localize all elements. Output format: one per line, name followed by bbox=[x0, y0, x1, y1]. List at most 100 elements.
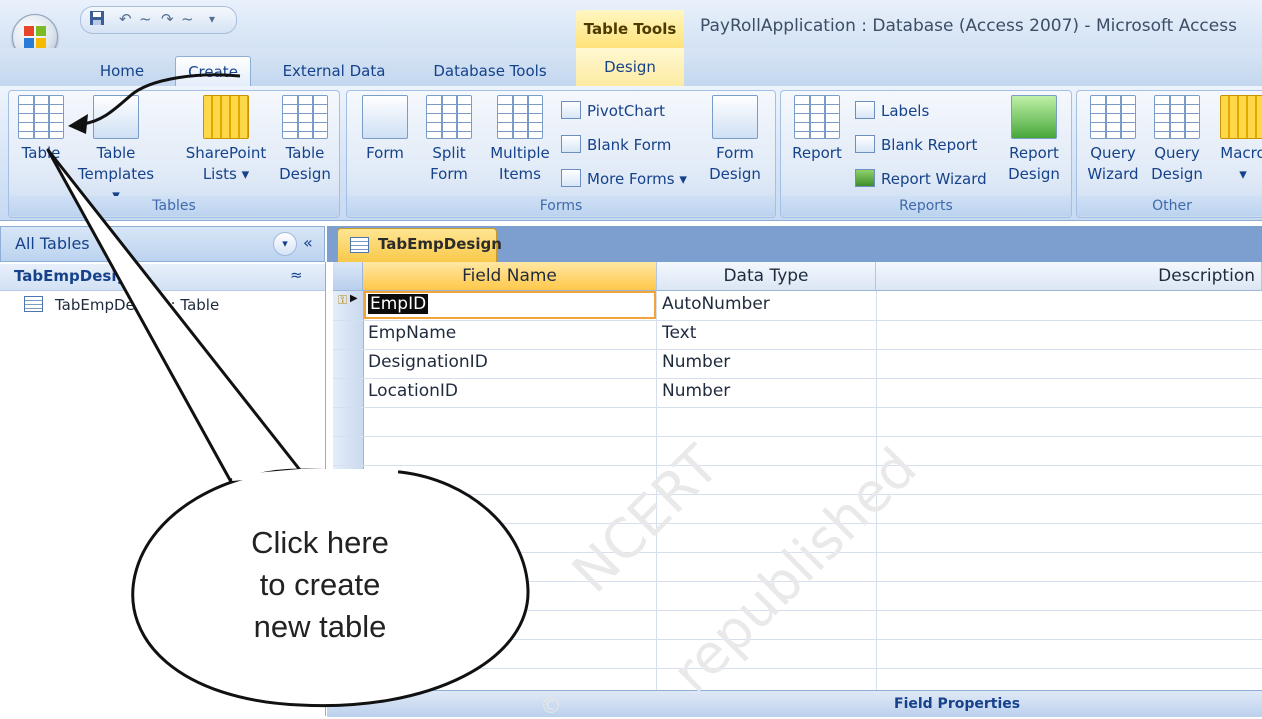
tab-design[interactable]: Design bbox=[576, 48, 684, 86]
table-button[interactable]: Table bbox=[11, 95, 71, 164]
pivotchart-label: PivotChart bbox=[587, 102, 666, 120]
blank-report-label: Blank Report bbox=[881, 136, 978, 154]
undo-icon[interactable]: ↶ bbox=[119, 10, 132, 28]
field-name-value: EmpID bbox=[368, 294, 429, 314]
data-type-cell[interactable]: Number bbox=[662, 352, 730, 372]
redo-icon[interactable]: ↷ bbox=[161, 10, 174, 28]
query-wizard-icon bbox=[1090, 95, 1136, 139]
collapse-group-icon[interactable]: ≈ bbox=[290, 266, 303, 284]
row-divider bbox=[333, 668, 1262, 669]
row-divider bbox=[333, 320, 1262, 321]
row-divider bbox=[333, 494, 1262, 495]
table-tab-icon bbox=[350, 237, 369, 253]
table-templates-icon bbox=[93, 95, 139, 139]
field-name-cell[interactable]: DesignationID bbox=[368, 352, 488, 372]
field-name-cell[interactable]: EmpName bbox=[368, 323, 456, 343]
form-design-icon bbox=[712, 95, 758, 139]
group-forms: Form Split Form Multiple Items PivotChar… bbox=[346, 90, 776, 218]
blank-form-label: Blank Form bbox=[587, 136, 672, 154]
ribbon: Table Table Templates ▾ SharePoint Lists… bbox=[0, 86, 1262, 221]
design-grid bbox=[333, 262, 1262, 690]
undo-dropdown-icon[interactable]: ~ bbox=[139, 10, 152, 28]
context-tab-table-tools: Table Tools bbox=[576, 10, 684, 48]
data-type-cell[interactable]: AutoNumber bbox=[662, 294, 770, 314]
report-design-icon bbox=[1011, 95, 1057, 139]
callout-line: to create bbox=[259, 567, 381, 602]
blank-form-button[interactable]: Blank Form bbox=[561, 135, 671, 154]
tab-create[interactable]: Create bbox=[175, 56, 251, 87]
row-divider bbox=[333, 436, 1262, 437]
more-forms-label: More Forms ▾ bbox=[587, 170, 687, 188]
data-type-cell[interactable]: Number bbox=[662, 381, 730, 401]
query-design-button[interactable]: Query Design bbox=[1147, 95, 1207, 185]
multiple-items-label: Multiple Items bbox=[490, 144, 550, 183]
table-design-button[interactable]: Table Design bbox=[275, 95, 335, 185]
blank-report-icon bbox=[855, 135, 875, 153]
report-button[interactable]: Report bbox=[787, 95, 847, 164]
row-divider bbox=[333, 639, 1262, 640]
column-header-field-name: Field Name bbox=[363, 262, 657, 291]
labels-button[interactable]: Labels bbox=[855, 101, 929, 120]
form-design-button[interactable]: Form Design bbox=[703, 95, 767, 185]
more-forms-icon bbox=[561, 169, 581, 187]
callout-line: Click here bbox=[251, 525, 389, 560]
report-design-label: Report Design bbox=[1008, 144, 1060, 183]
table-design-label: Table Design bbox=[279, 144, 331, 183]
quick-access-toolbar: ↶ ~ ↷ ~ ▾ bbox=[80, 6, 237, 34]
collapse-pane-icon[interactable]: « bbox=[303, 233, 313, 252]
report-wizard-button[interactable]: Report Wizard bbox=[855, 169, 987, 188]
split-form-label: Split Form bbox=[430, 144, 468, 183]
macro-button[interactable]: Macro ▾ bbox=[1213, 95, 1262, 185]
row-divider bbox=[333, 407, 1262, 408]
multiple-items-button[interactable]: Multiple Items bbox=[485, 95, 555, 185]
field-properties-label: Field Properties bbox=[894, 696, 1021, 712]
blank-report-button[interactable]: Blank Report bbox=[855, 135, 977, 154]
tab-database-tools[interactable]: Database Tools bbox=[420, 56, 560, 86]
pivotchart-button[interactable]: PivotChart bbox=[561, 101, 665, 120]
tab-home[interactable]: Home bbox=[92, 56, 152, 86]
nav-group-header[interactable]: TabEmpDesign ≈ bbox=[0, 264, 325, 291]
nav-dropdown-icon[interactable]: ▾ bbox=[273, 232, 297, 256]
query-wizard-button[interactable]: Query Wizard bbox=[1083, 95, 1143, 185]
macro-icon bbox=[1220, 95, 1262, 139]
callout-text: Click here to create new table bbox=[210, 522, 430, 652]
table-templates-button[interactable]: Table Templates ▾ bbox=[75, 95, 157, 206]
more-forms-button[interactable]: More Forms ▾ bbox=[561, 169, 687, 188]
query-wizard-label: Query Wizard bbox=[1087, 144, 1139, 183]
table-design-icon bbox=[282, 95, 328, 139]
report-wizard-icon bbox=[855, 169, 875, 187]
split-form-button[interactable]: Split Form bbox=[419, 95, 479, 185]
data-type-cell[interactable]: Text bbox=[662, 323, 696, 343]
nav-pane-title: All Tables bbox=[15, 234, 90, 253]
labels-icon bbox=[855, 101, 875, 119]
redo-dropdown-icon[interactable]: ~ bbox=[181, 10, 194, 28]
ribbon-tab-row: Home Create External Data Database Tools… bbox=[0, 48, 1262, 87]
row-divider bbox=[333, 465, 1262, 466]
sharepoint-lists-label: SharePoint Lists ▾ bbox=[185, 144, 267, 183]
sharepoint-lists-button[interactable]: SharePoint Lists ▾ bbox=[179, 95, 273, 185]
report-design-button[interactable]: Report Design bbox=[1003, 95, 1065, 185]
sharepoint-lists-icon bbox=[203, 95, 249, 139]
form-design-label: Form Design bbox=[709, 144, 761, 183]
table-button-label: Table bbox=[21, 144, 61, 162]
report-label: Report bbox=[792, 144, 842, 162]
grid-corner[interactable] bbox=[333, 262, 363, 291]
macro-label: Macro ▾ bbox=[1220, 144, 1262, 183]
form-button[interactable]: Form bbox=[357, 95, 413, 164]
form-icon bbox=[362, 95, 408, 139]
report-wizard-label: Report Wizard bbox=[881, 170, 987, 188]
watermark-mark: © bbox=[540, 694, 562, 719]
field-name-cell[interactable]: LocationID bbox=[368, 381, 458, 401]
field-properties-bar: Field Properties bbox=[327, 690, 1262, 717]
pivotchart-icon bbox=[561, 101, 581, 119]
query-design-label: Query Design bbox=[1151, 144, 1203, 183]
nav-item-table[interactable]: TabEmpDesign : Table bbox=[24, 296, 219, 314]
save-icon[interactable] bbox=[89, 10, 105, 30]
field-name-cell[interactable]: EmpID bbox=[368, 294, 429, 314]
tab-external-data[interactable]: External Data bbox=[272, 56, 396, 86]
customize-qat-icon[interactable]: ▾ bbox=[209, 12, 215, 26]
current-row-indicator-icon: ▶ bbox=[350, 293, 358, 304]
report-icon bbox=[794, 95, 840, 139]
document-tab[interactable]: TabEmpDesign bbox=[337, 228, 502, 262]
nav-pane-header[interactable]: All Tables ▾ « bbox=[0, 226, 325, 262]
